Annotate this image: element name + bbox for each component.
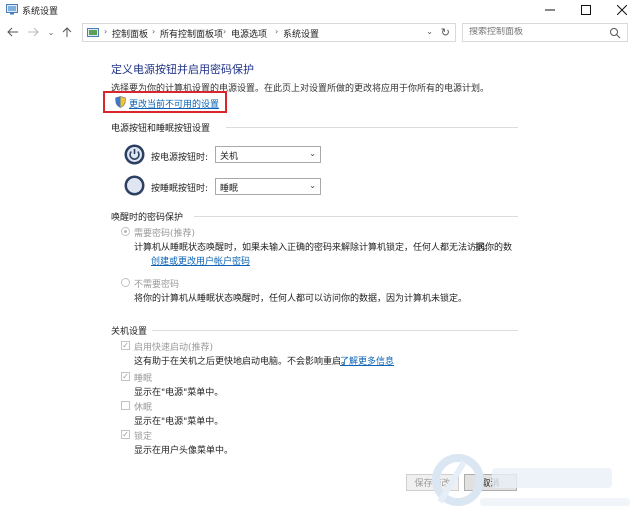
breadcrumb-system-settings[interactable]: 系统设置 [283, 27, 319, 40]
search-icon [610, 28, 621, 39]
require-password-radio[interactable] [121, 227, 130, 236]
power-button-action-value: 关机 [220, 152, 239, 162]
require-password-description: 计算机从睡眠状态唤醒时，如果未输入正确的密码来解除计算机锁定，任何人都无法访问你… [134, 243, 513, 253]
learn-more-link[interactable]: 了解更多信息 [340, 354, 394, 367]
maximize-button[interactable] [568, 0, 604, 20]
sleep-button-action-value: 睡眠 [220, 184, 239, 194]
breadcrumb-separator-icon: › [104, 27, 108, 36]
breadcrumb-control-panel[interactable]: 控制面板 [112, 27, 148, 40]
breadcrumb-separator-icon: › [275, 27, 279, 36]
page-title: 定义电源按钮并启用密码保护 [111, 63, 254, 76]
lock-option-label: 锁定 [134, 432, 153, 442]
maximize-icon [581, 5, 591, 15]
fast-startup-description: 这有助于在关机之后更快地启动电脑。不会影响重启。 [134, 357, 351, 367]
sleep-option-label: 睡眠 [134, 374, 153, 384]
breadcrumb-all-items[interactable]: 所有控制面板项 [160, 27, 223, 40]
uac-shield-icon [115, 96, 126, 108]
chevron-down-icon: ⌄ [47, 27, 55, 37]
breadcrumb-power-options[interactable]: 电源选项 [231, 27, 267, 40]
breadcrumb-separator-icon: › [223, 27, 227, 36]
save-changes-button[interactable]: 保存修改 [406, 474, 459, 491]
fast-startup-checkbox[interactable]: ✓ [121, 341, 130, 350]
breadcrumb-separator-icon: › [152, 27, 156, 36]
sleep-button-icon [124, 175, 145, 196]
recent-locations-button[interactable]: ⌄ [44, 25, 58, 39]
change-unavailable-settings-highlight: 更改当前不可用的设置 [103, 91, 227, 113]
change-unavailable-settings-link[interactable]: 更改当前不可用的设置 [129, 97, 219, 110]
lock-checkbox[interactable]: ✓ [121, 430, 130, 439]
password-section-title: 唤醒时的密码保护 [111, 213, 184, 223]
address-bar[interactable]: › 控制面板 › 所有控制面板项 › 电源选项 › 系统设置 ⌄ ↻ [82, 23, 456, 42]
close-button[interactable] [604, 0, 636, 20]
section-divider [152, 330, 518, 331]
shutdown-section-title: 关机设置 [111, 327, 148, 337]
up-button[interactable] [60, 25, 74, 39]
require-password-description-end: 据。 [475, 243, 494, 253]
sleep-checkbox[interactable]: ✓ [121, 372, 130, 381]
address-dropdown-icon[interactable]: ⌄ [426, 27, 433, 36]
section-divider [226, 127, 518, 128]
minimize-icon [545, 9, 555, 11]
up-arrow-icon [62, 27, 72, 37]
window-title: 系统设置 [22, 7, 59, 17]
back-arrow-icon [7, 27, 18, 37]
sleep-button-label: 按睡眠按钮时: [151, 184, 209, 194]
hibernate-checkbox[interactable] [121, 401, 130, 410]
section-divider [194, 216, 518, 217]
forward-arrow-icon [28, 27, 39, 37]
close-icon [617, 5, 627, 15]
no-password-description: 将你的计算机从睡眠状态唤醒时，任何人都可以访问你的数据，因为计算机未锁定。 [134, 294, 468, 304]
search-box[interactable] [462, 23, 628, 42]
forward-button[interactable] [26, 25, 40, 39]
power-button-icon [124, 144, 145, 165]
cancel-button[interactable]: 取消 [464, 474, 517, 491]
no-password-label: 不需要密码 [134, 280, 180, 290]
hibernate-option-label: 休眠 [134, 403, 153, 413]
back-button[interactable] [6, 25, 20, 39]
navigation-bar: ⌄ › 控制面板 › 所有控制面板项 › 电源选项 › 系统设置 ⌄ ↻ [0, 22, 636, 44]
require-password-label: 需要密码(推荐) [134, 229, 196, 239]
power-buttons-section-title: 电源按钮和睡眠按钮设置 [111, 124, 211, 134]
sleep-option-description: 显示在"电源"菜单中。 [134, 388, 224, 398]
power-button-action-select[interactable]: 关机 ⌄ [215, 146, 321, 163]
title-bar: 系统设置 [0, 0, 636, 20]
sleep-button-action-select[interactable]: 睡眠 ⌄ [215, 178, 321, 195]
lock-option-description: 显示在用户头像菜单中。 [134, 446, 234, 456]
fast-startup-label: 启用快速启动(推荐) [134, 343, 214, 353]
no-password-radio[interactable] [121, 278, 130, 287]
search-input[interactable] [469, 27, 599, 37]
hibernate-option-description: 显示在"电源"菜单中。 [134, 417, 224, 427]
power-button-label: 按电源按钮时: [151, 153, 209, 163]
create-password-link[interactable]: 创建或更改用户帐户密码 [151, 254, 250, 267]
refresh-icon[interactable]: ↻ [441, 26, 450, 39]
chevron-down-icon: ⌄ [309, 181, 316, 190]
chevron-down-icon: ⌄ [309, 149, 316, 158]
minimize-button[interactable] [532, 0, 568, 20]
control-panel-app-icon [6, 4, 18, 15]
control-panel-icon [87, 28, 99, 37]
